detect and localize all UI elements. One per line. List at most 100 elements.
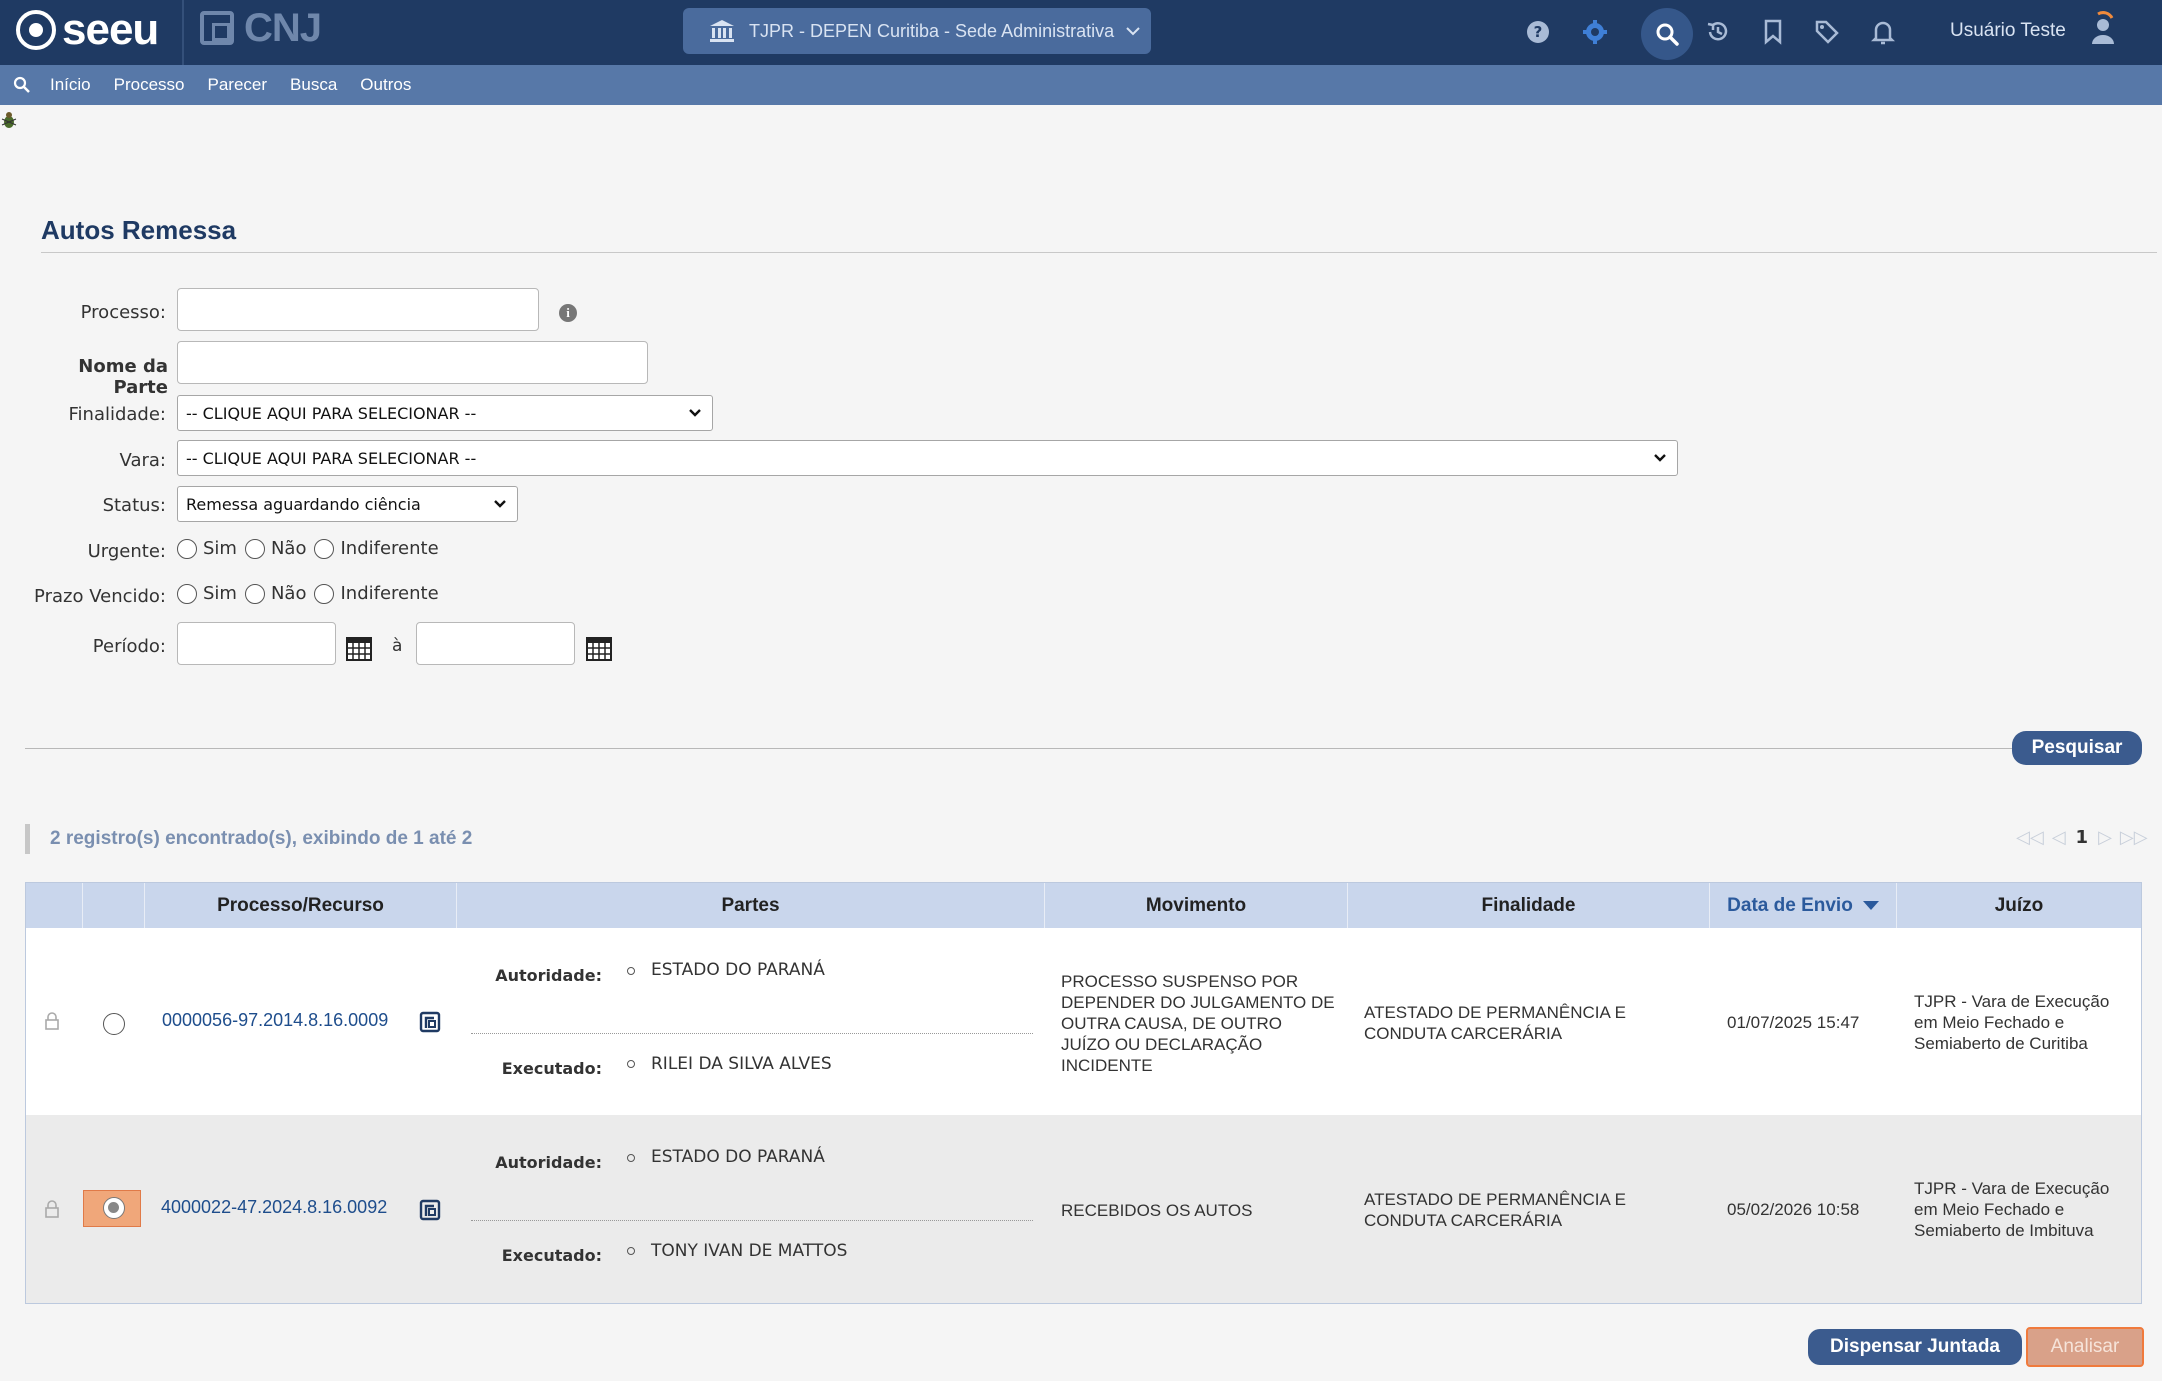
results-marker [25, 824, 30, 854]
periodo-from-input[interactable] [177, 622, 336, 665]
calendar-icon[interactable] [586, 637, 612, 661]
cnj-logo-text: CNJ [244, 6, 322, 50]
last-page-icon[interactable]: ▷▷ [2120, 827, 2148, 848]
bullet-icon [627, 967, 635, 975]
tag-icon[interactable] [1811, 16, 1843, 48]
analisar-button[interactable]: Analisar [2026, 1327, 2144, 1367]
prazo-nao-radio[interactable] [244, 583, 265, 604]
prazo-indiferente-label: Indiferente [340, 583, 439, 604]
status-select-value: Remessa aguardando ciência [186, 494, 421, 514]
urgente-indiferente-radio[interactable] [314, 538, 335, 559]
menu-item-inicio[interactable]: Início [50, 75, 91, 95]
prev-page-icon[interactable]: ◁ [2052, 827, 2066, 848]
executado-name: RILEI DA SILVA ALVES [651, 1054, 832, 1074]
status-select[interactable]: Remessa aguardando ciência [177, 486, 518, 522]
dispensar-juntada-button[interactable]: Dispensar Juntada [1808, 1329, 2022, 1365]
current-page: 1 [2075, 826, 2089, 848]
menu-search-icon[interactable] [12, 75, 32, 95]
urgente-sim-radio[interactable] [177, 538, 197, 559]
executado-label: Executado: [501, 1246, 602, 1265]
autoridade-label: Autoridade: [495, 966, 602, 985]
bell-icon[interactable] [1867, 16, 1899, 48]
data-envio: 01/07/2025 15:47 [1727, 1013, 1860, 1032]
user-avatar-icon[interactable] [2086, 10, 2120, 50]
row-select-radio[interactable] [103, 1197, 125, 1219]
urgente-nao-radio[interactable] [244, 538, 265, 559]
help-icon[interactable]: ? [1522, 16, 1554, 48]
finalidade-line: ATESTADO DE PERMANÊNCIA E [1364, 1190, 1626, 1209]
seeu-logo[interactable]: seeu [16, 8, 159, 52]
finalidade-text: ATESTADO DE PERMANÊNCIA E CONDUTA CARCER… [1364, 1189, 1626, 1231]
cnj-logo-icon [200, 11, 234, 45]
processo-link[interactable]: 4000022-47.2024.8.16.0092 [161, 1197, 387, 1218]
nome-parte-input[interactable] [177, 341, 648, 384]
prazo-indiferente-radio[interactable] [314, 583, 335, 604]
finalidade-text: ATESTADO DE PERMANÊNCIA E CONDUTA CARCER… [1364, 1002, 1626, 1044]
page-title: Autos Remessa [41, 215, 237, 245]
header-lock-column [26, 883, 83, 928]
movimento-line: OUTRA CAUSA, DE OUTRO [1061, 1014, 1283, 1033]
juizo-line: Semiaberto de Imbituva [1914, 1221, 2094, 1240]
finalidade-select[interactable]: -- CLIQUE AQUI PARA SELECIONAR -- [177, 395, 713, 431]
search-icon[interactable] [1641, 8, 1693, 60]
chevron-down-icon [1126, 27, 1140, 36]
header-data-envio[interactable]: Data de Envio [1710, 883, 1897, 928]
cnj-logo[interactable]: CNJ [200, 6, 322, 50]
table-header: Processo/Recurso Partes Movimento Finali… [26, 883, 2141, 928]
bank-icon [710, 20, 734, 42]
svg-text:?: ? [1534, 23, 1543, 41]
logo-separator [182, 0, 184, 65]
process-link-icon[interactable] [419, 1199, 441, 1221]
form-divider [25, 748, 2015, 749]
info-icon[interactable]: i [559, 304, 577, 322]
calendar-icon[interactable] [346, 637, 372, 661]
processo-input[interactable] [177, 288, 539, 331]
lock-icon [45, 1200, 59, 1218]
sort-desc-icon [1862, 901, 1879, 910]
header-finalidade[interactable]: Finalidade [1348, 883, 1710, 928]
bullet-icon [627, 1154, 635, 1162]
menu-item-outros[interactable]: Outros [360, 75, 411, 95]
table-row: 4000022-47.2024.8.16.0092 Autoridade: ES… [26, 1115, 2141, 1303]
header-juizo[interactable]: Juízo [1897, 883, 2141, 928]
process-link-icon[interactable] [419, 1011, 441, 1033]
title-divider [41, 252, 2157, 253]
bug-icon [1, 112, 17, 128]
row-select-radio[interactable] [103, 1013, 125, 1035]
urgente-sim-label: Sim [203, 538, 237, 559]
bookmark-icon[interactable] [1757, 16, 1789, 48]
unit-selector[interactable]: TJPR - DEPEN Curitiba - Sede Administrat… [683, 8, 1151, 54]
header-movimento[interactable]: Movimento [1045, 883, 1348, 928]
finalidade-line: ATESTADO DE PERMANÊNCIA E [1364, 1003, 1626, 1022]
header-processo[interactable]: Processo/Recurso [145, 883, 457, 928]
history-icon[interactable] [1702, 16, 1734, 48]
movimento-text: PROCESSO SUSPENSO POR DEPENDER DO JULGAM… [1061, 971, 1335, 1076]
processo-label: Processo: [80, 302, 166, 323]
movimento-line: INCIDENTE [1061, 1056, 1153, 1075]
top-bar: seeu CNJ TJPR - DEPEN Curitiba - Sede Ad… [0, 0, 2162, 65]
lock-icon [45, 1012, 59, 1030]
menu-item-processo[interactable]: Processo [114, 75, 185, 95]
header-partes[interactable]: Partes [457, 883, 1045, 928]
juizo-text: TJPR - Vara de Execução em Meio Fechado … [1914, 991, 2109, 1054]
urgente-radio-group: Sim Não Indiferente [177, 538, 447, 559]
prazo-nao-label: Não [270, 583, 307, 604]
seeu-logo-icon [16, 10, 56, 50]
first-page-icon[interactable]: ◁◁ [2016, 827, 2044, 848]
pesquisar-button[interactable]: Pesquisar [2012, 731, 2142, 765]
prazo-vencido-label: Prazo Vencido: [34, 586, 166, 607]
vara-label: Vara: [119, 450, 166, 471]
periodo-to-input[interactable] [416, 622, 575, 665]
next-page-icon[interactable]: ▷ [2098, 827, 2112, 848]
header-select-column [83, 883, 145, 928]
prazo-sim-radio[interactable] [177, 583, 197, 604]
menu-item-busca[interactable]: Busca [290, 75, 337, 95]
finalidade-select-value: -- CLIQUE AQUI PARA SELECIONAR -- [186, 403, 477, 423]
vara-select[interactable]: -- CLIQUE AQUI PARA SELECIONAR -- [177, 440, 1678, 476]
chevron-down-icon [1654, 454, 1666, 462]
gear-icon[interactable] [1579, 16, 1611, 48]
executado-name: TONY IVAN DE MATTOS [651, 1241, 848, 1261]
menu-item-parecer[interactable]: Parecer [208, 75, 268, 95]
processo-link[interactable]: 0000056-97.2014.8.16.0009 [162, 1010, 388, 1031]
user-name[interactable]: Usuário Teste [1950, 20, 2066, 42]
